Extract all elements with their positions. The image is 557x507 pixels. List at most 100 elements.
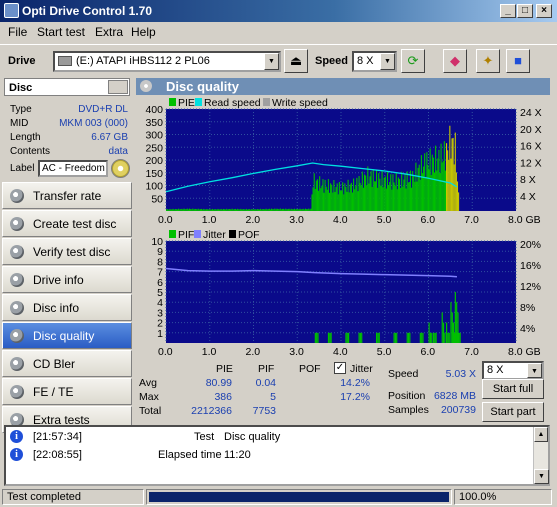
pif-bar — [444, 332, 446, 343]
pie-bar — [451, 138, 453, 211]
x-tick-label: 8.0 GB — [508, 346, 541, 357]
pif-bar — [329, 332, 331, 343]
disc-label-field[interactable]: AC - Freedom — [38, 160, 108, 177]
pie-bar — [382, 187, 384, 211]
pie-bar — [392, 174, 394, 211]
nav-fe-te[interactable]: FE / TE — [2, 378, 132, 405]
nav-cd-bler[interactable]: CD Bler — [2, 350, 132, 377]
x-tick-label: 1.0 — [202, 346, 217, 357]
eject-button[interactable]: ⏏ — [284, 49, 308, 73]
pie-bar — [393, 182, 395, 211]
pie-bar — [319, 176, 321, 211]
disc-header-button[interactable] — [108, 80, 128, 94]
pie-bar — [308, 208, 310, 211]
x-tick-label: 7.0 — [464, 214, 479, 225]
disc-mid-value: MKM 003 (000) — [59, 118, 128, 129]
y-tick-label: 50 — [151, 193, 163, 205]
menu-start-test[interactable]: Start test — [37, 25, 85, 39]
minimize-button[interactable]: _ — [500, 4, 516, 18]
pie-bar — [316, 179, 319, 211]
disc-label-icon[interactable] — [111, 159, 130, 178]
jitter-checkbox[interactable]: ✓ — [334, 362, 346, 374]
pie-bar — [407, 182, 409, 211]
pie-bar — [458, 192, 460, 211]
pie-bar — [416, 181, 418, 211]
nav-label: Drive info — [33, 273, 84, 287]
pie-bar — [396, 189, 398, 211]
pie-bar — [245, 208, 247, 211]
menu-extra[interactable]: Extra — [95, 25, 123, 39]
legend-pof-label: POF — [238, 229, 260, 241]
pie-bar — [436, 170, 438, 211]
pie-bar — [240, 208, 242, 211]
info-icon: i — [10, 430, 23, 443]
nav-transfer-rate[interactable]: Transfer rate — [2, 182, 132, 209]
scroll-up-icon[interactable]: ▲ — [534, 427, 548, 442]
erase-button[interactable]: ◆ — [443, 49, 467, 73]
pie-bar — [363, 174, 366, 211]
options-button[interactable]: ✦ — [476, 49, 500, 73]
pif-bar — [431, 332, 433, 343]
pie-bar — [366, 185, 368, 211]
drive-select[interactable]: (E:) ATAPI iHBS112 2 PL06 ▼ — [53, 51, 281, 72]
nav-verify-test-disc[interactable]: Verify test disc — [2, 238, 132, 265]
pie-bar — [273, 209, 275, 211]
menu-file[interactable]: File — [8, 25, 27, 39]
chevron-down-icon[interactable]: ▼ — [380, 53, 395, 70]
pie-bar — [446, 143, 448, 211]
menu-help[interactable]: Help — [131, 25, 156, 39]
x-tick-label: 1.0 — [202, 214, 217, 225]
pie-bar — [239, 209, 241, 211]
test-speed-select[interactable]: 8 X ▼ — [482, 361, 544, 380]
pie-bar — [286, 209, 288, 211]
pie-bar — [367, 166, 369, 211]
close-button[interactable]: × — [536, 4, 552, 18]
pie-bar — [209, 209, 211, 211]
start-part-button[interactable]: Start part — [482, 402, 544, 422]
pie-bar — [232, 209, 234, 211]
pie-bar — [347, 179, 349, 211]
nav-disc-quality[interactable]: Disc quality — [2, 322, 132, 349]
pif-bar — [316, 332, 318, 343]
refresh-button[interactable]: ⟳ — [401, 49, 425, 73]
y-right-tick-label: 24 X — [520, 107, 542, 119]
position-value: 6828 MB — [433, 390, 476, 402]
log-scrollbar[interactable]: ▲ ▼ — [533, 427, 549, 484]
scroll-down-icon[interactable]: ▼ — [534, 469, 549, 484]
pif-bar — [376, 332, 378, 343]
pie-bar — [179, 209, 181, 211]
y-tick-label: 300 — [145, 130, 163, 142]
pif-bar — [346, 332, 348, 343]
pie-bar — [307, 209, 309, 211]
nav-disc-info[interactable]: Disc info — [2, 294, 132, 321]
pie-bar — [383, 177, 385, 211]
stats-max-jitter: 17.2% — [340, 391, 370, 403]
pif-bar — [452, 322, 454, 343]
pie-bar — [204, 209, 206, 211]
nav-drive-info[interactable]: Drive info — [2, 266, 132, 293]
nav-create-test-disc[interactable]: Create test disc — [2, 210, 132, 237]
pie-bar — [386, 172, 389, 211]
pie-bar — [300, 209, 302, 211]
pie-bar — [301, 209, 303, 211]
y-right-tick-label: 4% — [520, 323, 535, 335]
x-tick-label: 6.0 — [421, 214, 436, 225]
nav-label: FE / TE — [33, 385, 74, 399]
speed-select[interactable]: 8 X ▼ — [352, 51, 397, 72]
pie-bar — [313, 173, 315, 211]
pie-bar — [213, 209, 215, 211]
nav-label: Create test disc — [33, 217, 117, 231]
chevron-down-icon[interactable]: ▼ — [264, 53, 279, 70]
chevron-down-icon[interactable]: ▼ — [527, 363, 542, 378]
x-tick-label: 2.0 — [246, 214, 261, 225]
pif-bar — [434, 332, 436, 343]
pif-bar — [358, 332, 360, 343]
save-button[interactable]: ■ — [506, 49, 530, 73]
pif-bar — [459, 332, 461, 343]
maximize-button[interactable]: □ — [517, 4, 533, 18]
pie-bar — [290, 208, 292, 211]
drive-toolbar: Drive (E:) ATAPI iHBS112 2 PL06 ▼ ⏏ Spee… — [0, 44, 557, 76]
y-tick-label: 350 — [145, 117, 163, 129]
start-full-button[interactable]: Start full — [482, 379, 544, 399]
pie-bar — [376, 170, 378, 211]
